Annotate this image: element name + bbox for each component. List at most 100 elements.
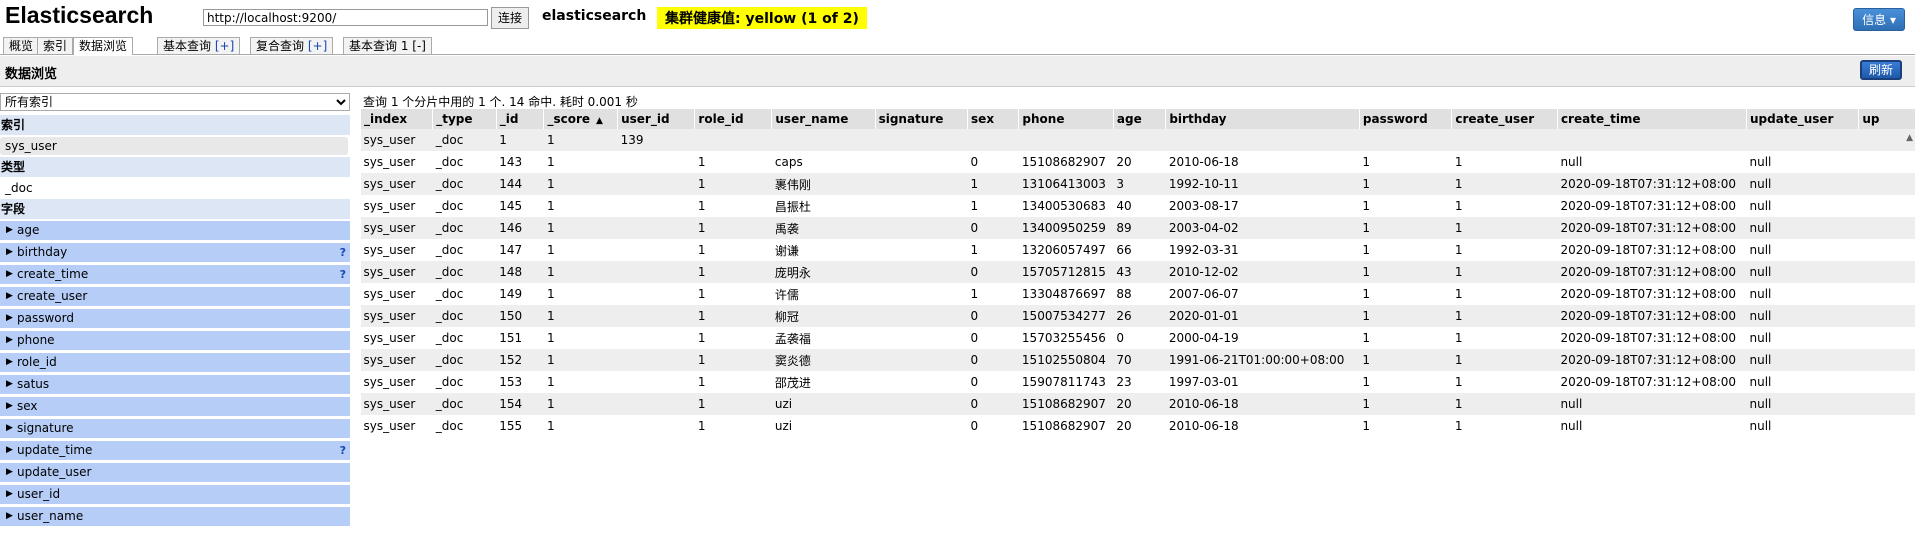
info-menu-button[interactable]: 信息 ▾ [1853, 8, 1905, 31]
column-header-user-name[interactable]: user_name [771, 109, 876, 129]
table-cell: null [1749, 419, 1772, 433]
field-item-password[interactable]: ▶ password [0, 309, 350, 328]
column-header-sex[interactable]: sex [967, 109, 1019, 129]
column-header-age[interactable]: age [1112, 109, 1166, 129]
table-cell: 1 [697, 243, 706, 257]
column-header-create-time[interactable]: create_time [1556, 109, 1747, 129]
table-row[interactable]: sys_user _doc 148 1 1 庞明永 0 15705712815 43 2010-1… [360, 261, 1915, 283]
field-item-user-id[interactable]: ▶ user_id [0, 485, 350, 504]
table-row[interactable]: sys_user _doc 143 1 1 caps 0 15108682907 20 2010-… [361, 151, 1915, 173]
expand-triangle-icon[interactable]: ▶ [6, 419, 13, 438]
field-item-create-user[interactable]: ▶ create_user [0, 287, 350, 306]
expand-triangle-icon[interactable]: ▶ [6, 243, 13, 262]
column-header-index[interactable]: _index [360, 109, 433, 129]
column-header-signature[interactable]: signature [874, 109, 968, 129]
table-cell: null [1749, 155, 1772, 169]
expand-triangle-icon[interactable]: ▶ [6, 265, 13, 284]
table-cell: 1 [697, 287, 706, 301]
table-row[interactable]: sys_user _doc 1 1 139 [360, 129, 1915, 151]
field-item-create-time[interactable]: ▶ create_time? [0, 265, 350, 284]
scroll-up-icon[interactable]: ▲ [1906, 133, 1913, 143]
tab-basic-query-1[interactable]: 基本查询 1 [-] [343, 37, 432, 54]
table-cell: 1 [546, 331, 555, 345]
table-row[interactable]: sys_user _doc 153 1 1 邵茂进 0 15907811743 23 1997-0… [361, 371, 1915, 393]
column-header-score[interactable]: _score ▲ [543, 109, 618, 129]
expand-triangle-icon[interactable]: ▶ [6, 441, 13, 460]
field-item-update-time[interactable]: ▶ update_time? [0, 441, 350, 460]
expand-triangle-icon[interactable]: ▶ [6, 375, 13, 394]
expand-triangle-icon[interactable]: ▶ [6, 463, 13, 482]
field-name: birthday [17, 245, 68, 259]
field-item-phone[interactable]: ▶ phone [0, 331, 350, 350]
tab-indices[interactable]: 索引 [37, 37, 74, 54]
column-header-password[interactable]: password [1358, 109, 1452, 129]
sidebar-item-sys-user[interactable]: sys_user [0, 137, 348, 155]
tab-add-link[interactable]: [+] [308, 39, 327, 53]
table-cell: 1 [1362, 155, 1371, 169]
expand-triangle-icon[interactable]: ▶ [6, 331, 13, 350]
field-item-signature[interactable]: ▶ signature [0, 419, 350, 438]
expand-triangle-icon[interactable]: ▶ [6, 397, 13, 416]
tab-data-browser[interactable]: 数据浏览 [73, 37, 134, 55]
index-select[interactable]: 所有索引 [0, 93, 350, 111]
table-cell: 1997-03-01 [1168, 375, 1239, 389]
table-cell [617, 173, 695, 195]
table-row[interactable]: sys_user _doc 155 1 1 uzi 0 15108682907 20 2010-0… [361, 415, 1915, 437]
field-item-satus[interactable]: ▶ satus [0, 375, 350, 394]
help-icon[interactable]: ? [340, 265, 346, 284]
expand-triangle-icon[interactable]: ▶ [6, 287, 13, 306]
sidebar-item-doc[interactable]: _doc [0, 179, 348, 197]
expand-triangle-icon[interactable]: ▶ [6, 353, 13, 372]
expand-triangle-icon[interactable]: ▶ [6, 221, 13, 240]
field-item-user-name[interactable]: ▶ user_name [0, 507, 350, 526]
field-item-birthday[interactable]: ▶ birthday? [0, 243, 350, 262]
tab-compound-query[interactable]: 复合查询 [+] [250, 37, 334, 54]
help-icon[interactable]: ? [340, 243, 346, 262]
column-header-phone[interactable]: phone [1018, 109, 1114, 129]
column-header-update-user[interactable]: update_user [1746, 109, 1859, 129]
table-cell: _doc [435, 155, 464, 169]
column-header-user-id[interactable]: user_id [617, 109, 695, 129]
tab-overview[interactable]: 概览 [3, 37, 40, 54]
table-cell: sys_user [360, 217, 433, 239]
field-item-update-user[interactable]: ▶ update_user [0, 463, 350, 482]
table-row[interactable]: sys_user _doc 152 1 1 窦炎德 0 15102550804 70 1991-0… [360, 349, 1915, 371]
table-cell [875, 217, 968, 239]
table-cell: _doc [432, 173, 497, 195]
table-row[interactable]: sys_user _doc 144 1 1 裹伟刚 1 13106413003 3 1992-10… [360, 173, 1915, 195]
table-row[interactable]: sys_user _doc 154 1 1 uzi 0 15108682907 20 2010-0… [360, 393, 1915, 415]
table-row[interactable]: sys_user _doc 151 1 1 孟袭福 0 15703255456 0 2000-04… [361, 327, 1915, 349]
column-header-create-user[interactable]: create_user [1451, 109, 1558, 129]
field-name: create_user [17, 289, 88, 303]
refresh-button[interactable]: 刷新 [1859, 60, 1902, 80]
table-cell: 144 [496, 173, 544, 195]
column-header-type[interactable]: _type [432, 109, 497, 129]
column-header-id[interactable]: _id [495, 109, 544, 129]
table-row[interactable]: sys_user _doc 150 1 1 柳冠 0 15007534277 26 2020-01… [360, 305, 1915, 327]
tab-basic-query[interactable]: 基本查询 [+] [157, 37, 241, 54]
expand-triangle-icon[interactable]: ▶ [6, 309, 13, 328]
help-icon[interactable]: ? [340, 441, 346, 460]
expand-triangle-icon[interactable]: ▶ [6, 507, 13, 526]
column-header-label: up [1862, 112, 1880, 126]
column-header-up[interactable]: up [1858, 109, 1915, 129]
column-header-birthday[interactable]: birthday [1165, 109, 1360, 129]
cluster-url-input[interactable] [203, 9, 488, 26]
app-title: Elasticsearch [5, 2, 154, 28]
table-cell [618, 283, 695, 305]
table-cell: 43 [1113, 261, 1166, 283]
table-row[interactable]: sys_user _doc 149 1 1 许儒 1 13304876697 88 2007-06… [361, 283, 1915, 305]
field-item-role-id[interactable]: ▶ role_id [0, 353, 350, 372]
table-cell: 1 [1359, 393, 1452, 415]
tab-add-link[interactable]: [+] [215, 39, 234, 53]
table-row[interactable]: sys_user _doc 145 1 1 昌振杜 1 13400530683 40 2003-0… [361, 195, 1915, 217]
table-cell: caps [774, 155, 803, 169]
table-row[interactable]: sys_user _doc 147 1 1 谢谦 1 13206057497 66 1992-03… [361, 239, 1915, 261]
connect-button[interactable]: 连接 [491, 7, 530, 29]
expand-triangle-icon[interactable]: ▶ [6, 485, 13, 504]
field-item-age[interactable]: ▶ age [0, 221, 350, 240]
table-cell: 1 [543, 305, 618, 327]
column-header-role-id[interactable]: role_id [694, 109, 772, 129]
field-item-sex[interactable]: ▶ sex [0, 397, 350, 416]
table-row[interactable]: sys_user _doc 146 1 1 禹袭 0 13400950259 89 2003-04… [360, 217, 1915, 239]
